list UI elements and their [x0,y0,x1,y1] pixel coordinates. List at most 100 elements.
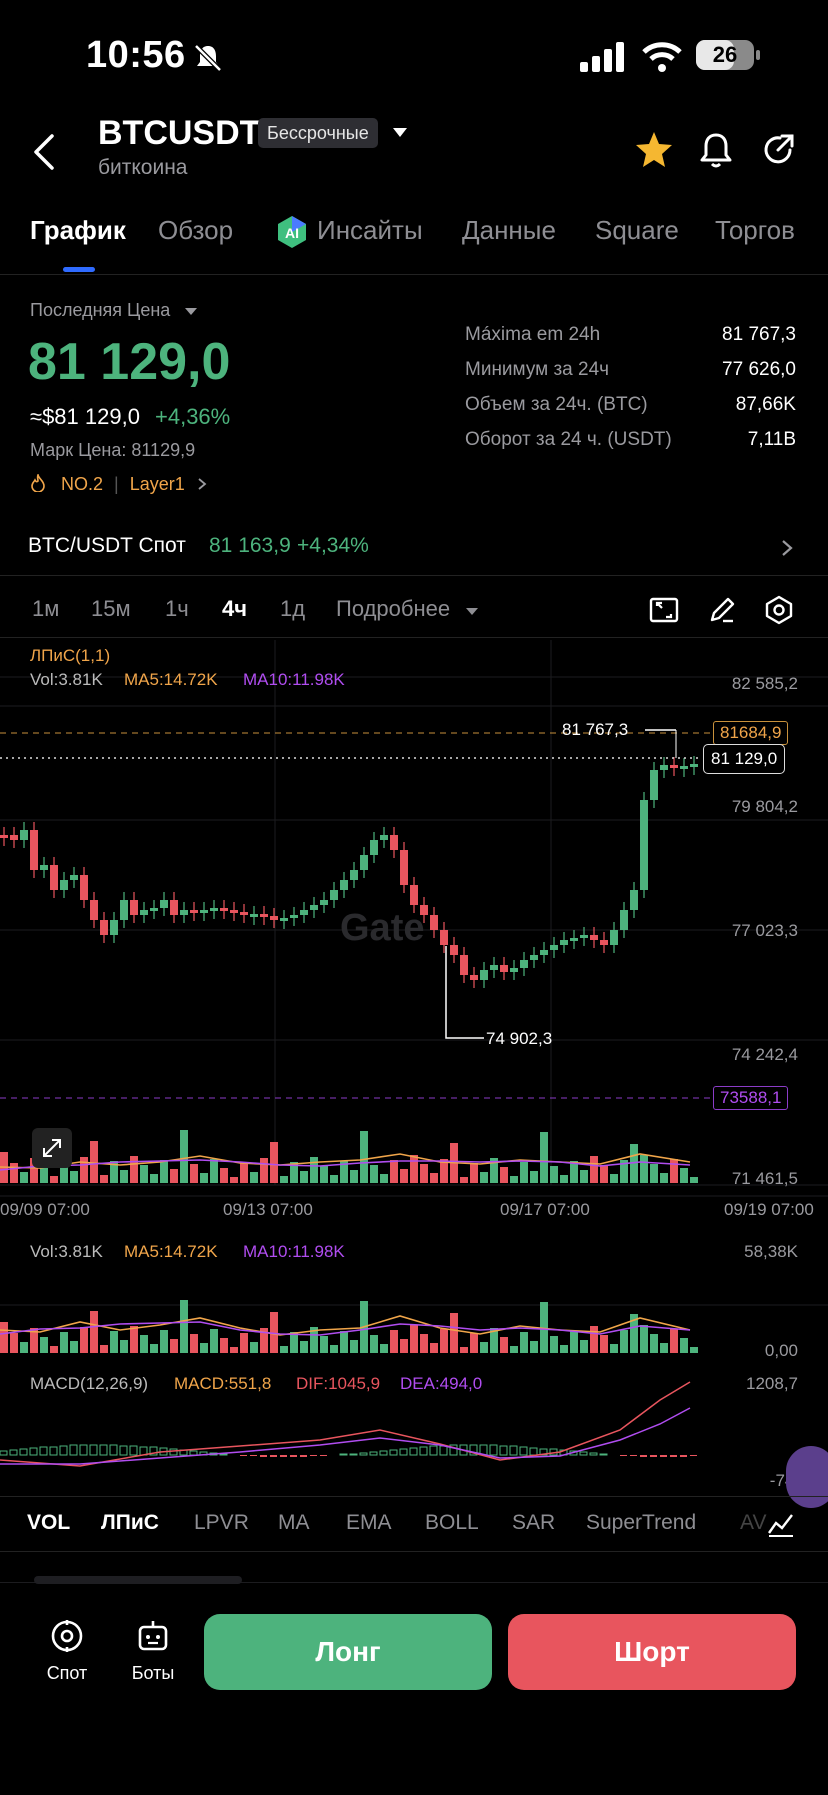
symbol-title[interactable]: BTCUSDT [98,114,260,153]
candle-body [630,890,638,910]
indicator-lpvr[interactable]: LPVR [194,1511,249,1535]
candle-body [620,910,628,930]
volume-bar [10,1163,18,1183]
draw-pen-icon[interactable] [706,594,738,626]
back-icon[interactable] [26,130,66,174]
timeframe-1d[interactable]: 1д [280,596,305,622]
volume-bar [80,1327,88,1353]
volume-bar [150,1344,158,1353]
macd-bar [89,1444,98,1456]
candle-body [90,900,98,920]
volume-bar [190,1164,198,1183]
tab-insights[interactable]: Инсайты [317,215,423,246]
volume-bar [300,1341,308,1353]
timeframe-4h[interactable]: 4ч [222,596,247,622]
tab-square[interactable]: Square [595,215,679,246]
volume-bar [250,1342,258,1353]
macd-bar [640,1455,647,1457]
indicator-ema[interactable]: EMA [346,1511,392,1535]
volume-bar [350,1170,358,1183]
volume-bar [670,1159,678,1183]
fullscreen-icon[interactable] [648,594,680,626]
tab-overview[interactable]: Обзор [158,215,233,246]
caret-down-icon[interactable] [466,608,478,615]
overlay-label[interactable]: ЛПиС(1,1) [30,646,110,666]
indicator-ma[interactable]: MA [278,1511,310,1535]
settings-hex-icon[interactable] [763,594,795,626]
volume-bar [500,1167,508,1183]
long-button[interactable]: Лонг [204,1614,492,1690]
tab-chart[interactable]: График [30,215,126,246]
candle-body [410,885,418,905]
volume-bar [520,1162,528,1183]
spot-change: +4,34% [297,534,369,557]
volume-bar [580,1340,588,1353]
macd-bar [9,1449,18,1456]
date-label-3: 09/17 07:00 [500,1200,590,1219]
spot-label: BTC/USDT Спот [28,534,186,557]
macd-bar [680,1455,687,1457]
candle-body [180,910,188,915]
vol-axis-top: 58,38K [744,1242,798,1261]
spot-price: 81 163,9 [209,534,291,557]
volume-bar [480,1342,488,1353]
indicator-sar[interactable]: SAR [512,1511,555,1535]
tab-trading[interactable]: Торгов [715,215,795,246]
expand-button[interactable] [32,1128,72,1168]
volume-bar [140,1165,148,1183]
candle-body [140,910,148,915]
low-marker-label: 74 902,3 [486,1029,553,1048]
spot-icon [51,1620,83,1652]
volume-bar [530,1341,538,1353]
volume-bar [550,1166,558,1183]
status-bar: 10:56 26 [0,0,828,110]
gate-watermark: Gate [340,907,424,949]
vol-label: Vol:3.81K [30,670,103,689]
last-price-label[interactable]: Последняя Цена [30,300,170,321]
indicator-settings-icon[interactable] [766,1509,796,1539]
volume-bar [660,1173,668,1183]
macd-bar [660,1455,667,1457]
candle-body [320,900,328,905]
ma10-label: MA10:11.98K [243,670,345,689]
candle-body [240,912,248,915]
share-icon[interactable] [756,128,800,172]
timeframe-1h[interactable]: 1ч [165,596,189,622]
macd-bar [630,1455,637,1456]
dropdown-caret-icon[interactable] [393,128,407,137]
bell-icon[interactable] [694,128,738,172]
volume-bar [440,1329,448,1353]
tab-data[interactable]: Данные [462,215,556,246]
bots-nav-button[interactable]: Боты [126,1618,180,1684]
candlestick-chart[interactable]: Gate ЛПиС(1,1) Vol:3.81K MA5:14.72K MA10… [0,640,828,1508]
caret-down-icon[interactable] [185,308,197,315]
volume-bar [110,1331,118,1353]
indicator-boll[interactable]: BOLL [425,1511,479,1535]
indicator-vol[interactable]: VOL [27,1511,70,1535]
volume-bar [160,1330,168,1353]
timeframe-more[interactable]: Подробнее [336,596,450,622]
high-line-tag: 81684,9 [713,721,789,745]
low-line-tag: 73588,1 [713,1086,789,1110]
volume-bar [670,1329,678,1353]
candle-body [310,905,318,910]
spot-nav-button[interactable]: Спот [40,1618,94,1684]
rank-row[interactable]: NO.2 | Layer1 [30,472,208,495]
indicator-av[interactable]: AV [740,1511,766,1535]
current-price-tag[interactable]: 81 129,0 [703,744,786,774]
volume-bar [210,1329,218,1353]
candle-body [210,908,218,911]
indicator-supertrend[interactable]: SuperTrend [586,1511,696,1535]
mute-icon [194,44,222,72]
indicator-lpis[interactable]: ЛПиС [101,1511,159,1535]
short-button[interactable]: Шорт [508,1614,796,1690]
contract-tag[interactable]: Бессрочные [258,118,378,148]
price-axis-5: 71 461,5 [731,1169,798,1188]
star-icon[interactable] [632,128,676,172]
stat-label-high: Máxima em 24h [465,324,601,345]
volume-bar [380,1344,388,1353]
timeframe-15m[interactable]: 15м [91,596,131,622]
timeframe-1m[interactable]: 1м [32,596,59,622]
spot-row[interactable]: BTC/USDT Спот 81 163,9 +4,34% [0,520,828,576]
candle-body [400,850,408,885]
